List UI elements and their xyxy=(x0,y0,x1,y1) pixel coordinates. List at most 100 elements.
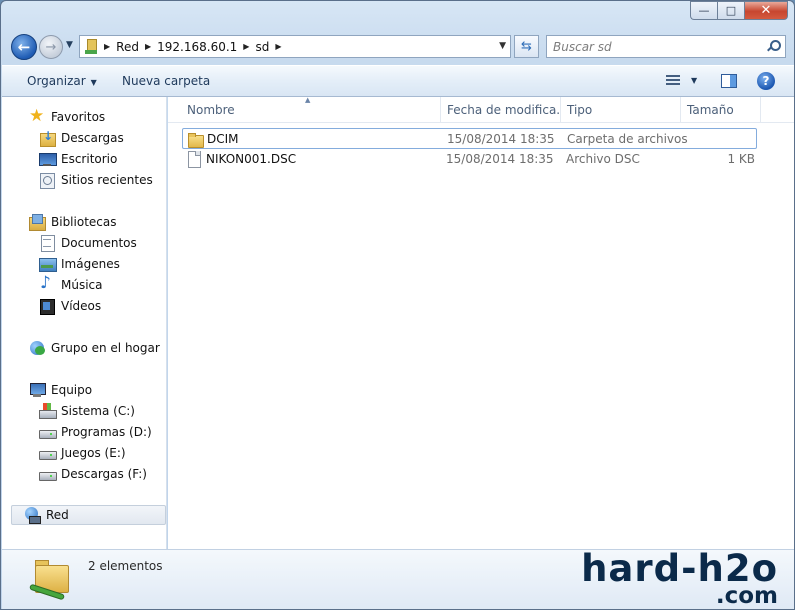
sidebar-item-red[interactable]: Red xyxy=(11,505,166,525)
file-row[interactable]: DCIM 15/08/2014 18:35 Carpeta de archivo… xyxy=(182,128,757,149)
breadcrumb-host[interactable]: 192.168.60.1 xyxy=(157,40,237,54)
arrow-left-icon: ← xyxy=(17,38,31,56)
title-bar: — □ ✕ xyxy=(1,1,794,31)
folder-icon xyxy=(187,131,204,148)
chevron-down-icon: ▼ xyxy=(66,40,73,50)
sidebar-item-favorites[interactable]: Favoritos xyxy=(29,106,105,127)
sidebar-item-imagenes[interactable]: Imágenes xyxy=(39,254,120,274)
sidebar-item-label: Red xyxy=(46,508,69,522)
view-options-icon[interactable] xyxy=(666,75,680,87)
breadcrumb-chevron-icon[interactable]: ▶ xyxy=(145,42,151,51)
column-name[interactable]: Nombre xyxy=(181,97,441,123)
details-pane: 2 elementos hard-h2o .com xyxy=(2,547,794,609)
star-icon xyxy=(29,106,45,126)
column-date-modified[interactable]: Fecha de modifica... xyxy=(441,97,561,123)
forward-button[interactable]: → xyxy=(39,35,63,59)
computer-icon xyxy=(29,382,46,398)
sidebar-item-escritorio[interactable]: Escritorio xyxy=(39,149,117,169)
sidebar-item-label: Grupo en el hogar xyxy=(51,341,160,355)
network-folder-icon xyxy=(27,557,73,603)
breadcrumb-sd[interactable]: sd xyxy=(255,40,269,54)
sidebar-item-label: Bibliotecas xyxy=(51,215,117,229)
breadcrumb-chevron-icon[interactable]: ▶ xyxy=(104,42,110,51)
watermark-line1: hard-h2o xyxy=(581,547,778,590)
homegroup-icon xyxy=(29,340,45,356)
explorer-window: — □ ✕ ← → ▼ ▶ Red ▶ 192.168.60.1 ▶ sd ▶ … xyxy=(0,0,795,610)
file-type: Archivo DSC xyxy=(566,152,640,166)
address-bar[interactable]: ▶ Red ▶ 192.168.60.1 ▶ sd ▶ ▼ xyxy=(79,35,511,58)
sidebar-item-label: Sistema (C:) xyxy=(61,404,135,418)
close-button[interactable]: ✕ xyxy=(744,1,788,20)
sidebar-item-sistema-c[interactable]: Sistema (C:) xyxy=(39,401,135,421)
column-size[interactable]: Tamaño xyxy=(681,97,761,123)
organize-button[interactable]: Organizar ▼ xyxy=(27,74,97,88)
sidebar-item-label: Imágenes xyxy=(61,257,120,271)
column-header: Nombre ▲ Fecha de modifica... Tipo Tamañ… xyxy=(168,96,794,123)
breadcrumb-chevron-icon[interactable]: ▶ xyxy=(243,42,249,51)
sidebar-item-bibliotecas[interactable]: Bibliotecas xyxy=(29,212,116,232)
help-button[interactable]: ? xyxy=(757,72,775,90)
command-bar: Organizar ▼ Nueva carpeta ▼ ? xyxy=(2,65,794,97)
network-location-icon xyxy=(84,38,98,55)
view-dropdown-icon[interactable]: ▼ xyxy=(691,76,697,85)
chevron-down-icon: ▼ xyxy=(90,78,97,87)
address-dropdown-icon[interactable]: ▼ xyxy=(499,41,506,51)
search-icon[interactable] xyxy=(767,40,781,52)
sidebar-item-label: Descargas (F:) xyxy=(61,467,147,481)
item-count: 2 elementos xyxy=(88,559,163,573)
libraries-icon xyxy=(29,214,46,231)
sidebar-item-label: Vídeos xyxy=(61,299,102,313)
sidebar-item-label: Sitios recientes xyxy=(61,173,153,187)
breadcrumb-chevron-icon[interactable]: ▶ xyxy=(275,42,281,51)
maximize-button[interactable]: □ xyxy=(717,1,744,20)
file-name: DCIM xyxy=(207,132,239,146)
caption-buttons: — □ ✕ xyxy=(690,1,788,20)
sidebar-item-sitios-recientes[interactable]: Sitios recientes xyxy=(39,170,153,190)
file-size: 1 KB xyxy=(727,152,755,166)
music-icon xyxy=(39,273,55,293)
sidebar-item-descargas[interactable]: Descargas xyxy=(39,128,124,148)
sidebar-item-label: Documentos xyxy=(61,236,137,250)
desktop-icon xyxy=(39,151,57,167)
sidebar-item-musica[interactable]: Música xyxy=(39,273,103,295)
network-icon xyxy=(24,507,41,524)
search-box[interactable]: Buscar sd xyxy=(546,35,786,58)
file-row[interactable]: NIKON001.DSC 15/08/2014 18:35 Archivo DS… xyxy=(182,149,757,170)
back-button[interactable]: ← xyxy=(11,34,37,60)
sidebar-item-documentos[interactable]: Documentos xyxy=(39,233,137,253)
sidebar-item-label: Descargas xyxy=(61,131,124,145)
sort-ascending-icon: ▲ xyxy=(305,96,311,104)
refresh-button[interactable]: ⇆ xyxy=(514,35,539,58)
sidebar-item-label: Música xyxy=(61,278,103,292)
pictures-icon xyxy=(39,256,57,272)
organize-label: Organizar xyxy=(27,74,86,88)
column-label: Nombre xyxy=(187,103,235,117)
documents-icon xyxy=(39,235,55,252)
sidebar-item-programas-d[interactable]: Programas (D:) xyxy=(39,422,152,442)
minimize-button[interactable]: — xyxy=(690,1,717,20)
sidebar-item-videos[interactable]: Vídeos xyxy=(39,296,101,316)
arrow-right-icon: → xyxy=(45,39,57,55)
sidebar-item-label: Juegos (E:) xyxy=(61,446,126,460)
recent-places-icon xyxy=(39,172,55,189)
column-type[interactable]: Tipo xyxy=(561,97,681,123)
file-name: NIKON001.DSC xyxy=(206,152,297,166)
system-drive-icon xyxy=(39,403,57,419)
file-date: 15/08/2014 18:35 xyxy=(446,152,554,166)
navigation-pane: Favoritos Descargas Escritorio Sitios re… xyxy=(2,97,167,549)
breadcrumb-red[interactable]: Red xyxy=(116,40,139,54)
navigation-row: ← → ▼ ▶ Red ▶ 192.168.60.1 ▶ sd ▶ ▼ ⇆ Bu… xyxy=(1,31,794,63)
new-folder-button[interactable]: Nueva carpeta xyxy=(122,74,210,88)
recent-pages-button[interactable]: ▼ xyxy=(66,40,73,50)
videos-icon xyxy=(39,298,55,315)
sidebar-item-grupo-hogar[interactable]: Grupo en el hogar xyxy=(29,338,160,358)
sidebar-item-equipo[interactable]: Equipo xyxy=(29,380,92,400)
sidebar-item-juegos-e[interactable]: Juegos (E:) xyxy=(39,443,126,463)
search-input[interactable]: Buscar sd xyxy=(553,40,612,54)
hard-drive-icon xyxy=(39,466,57,482)
hard-drive-icon xyxy=(39,424,57,440)
sidebar-item-descargas-f[interactable]: Descargas (F:) xyxy=(39,464,147,484)
preview-pane-icon[interactable] xyxy=(721,74,737,88)
file-type: Carpeta de archivos xyxy=(567,132,688,146)
sidebar-item-label: Programas (D:) xyxy=(61,425,152,439)
